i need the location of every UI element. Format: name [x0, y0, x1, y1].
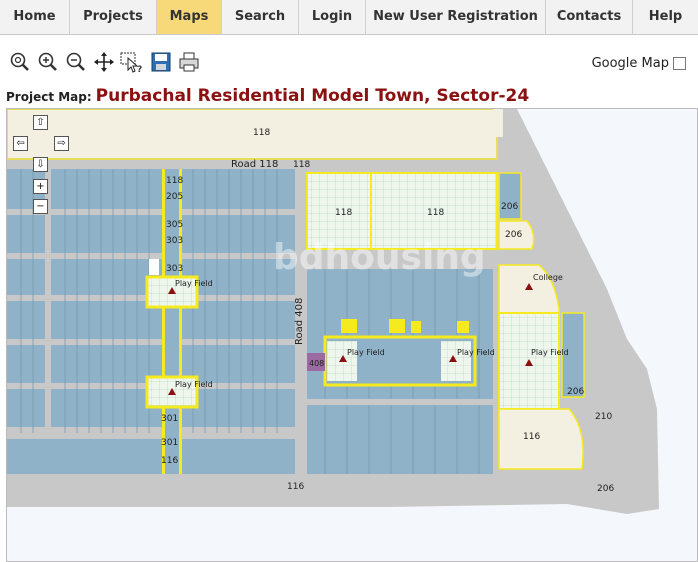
svg-text:?: ? [137, 65, 142, 73]
label-top-118: 118 [253, 128, 270, 138]
label-116c: 116 [287, 482, 304, 492]
top-beige-block [7, 109, 498, 160]
label-road118-num: 118 [293, 160, 310, 170]
yellow-plot-2 [389, 319, 405, 333]
map-canvas[interactable]: 118 Road 118 118 118 118 206 206 118 205… [6, 108, 698, 562]
map-svg: 118 Road 118 118 118 118 206 206 118 205… [7, 109, 697, 561]
block-116 [498, 408, 584, 470]
pan-left-button[interactable]: ⇦ [13, 136, 28, 151]
plot-row-bottom [7, 439, 295, 474]
nav-new-user-registration[interactable]: New User Registration [366, 0, 546, 34]
label-play-3: Play Field [347, 348, 385, 357]
nav-maps[interactable]: Maps [157, 0, 222, 34]
label-116a: 116 [161, 456, 178, 466]
nav-login[interactable]: Login [299, 0, 366, 34]
yellow-plot-1 [341, 319, 357, 333]
watermark: bdhousing [273, 237, 486, 278]
white-plot [149, 259, 159, 275]
nav-contacts[interactable]: Contacts [546, 0, 633, 34]
print-icon[interactable] [177, 50, 201, 74]
pan-right-button[interactable]: ⇨ [54, 136, 69, 151]
label-206d: 206 [597, 484, 614, 494]
label-303b: 303 [166, 264, 183, 274]
project-title: Purbachal Residential Model Town, Sector… [95, 86, 530, 106]
nav-projects[interactable]: Projects [70, 0, 157, 34]
left-yellow-road-inner [165, 169, 179, 474]
top-beige-edge [493, 109, 503, 137]
label-play-4: Play Field [457, 348, 495, 357]
save-icon[interactable] [149, 50, 173, 74]
zoom-out-map-button[interactable]: − [33, 199, 48, 214]
label-block-118-right: 118 [427, 208, 444, 218]
label-road-118: Road 118 [231, 159, 278, 170]
nav-help[interactable]: Help [633, 0, 698, 34]
label-road-408: Road 408 [294, 298, 305, 345]
left-road-7 [7, 433, 295, 439]
label-118-left: 118 [166, 176, 183, 186]
label-play-2: Play Field [175, 380, 213, 389]
label-303a: 303 [166, 236, 183, 246]
google-map-checkbox[interactable] [673, 57, 686, 70]
zoom-fit-icon[interactable] [8, 50, 32, 74]
pan-up-button[interactable]: ⇧ [33, 115, 48, 130]
block-206-a [498, 172, 522, 220]
label-301b: 301 [161, 438, 178, 448]
label-206b: 206 [505, 230, 522, 240]
label-205: 205 [166, 192, 183, 202]
label-210: 210 [595, 412, 612, 422]
label-116b: 116 [523, 432, 540, 442]
google-map-label: Google Map [591, 56, 669, 71]
center-road [307, 399, 493, 405]
yellow-plot-3 [411, 321, 421, 333]
label-play-1: Play Field [175, 279, 213, 288]
project-map-header: Project Map: Purbachal Residential Model… [6, 86, 529, 106]
zoom-in-icon[interactable] [36, 50, 60, 74]
label-block-118-left: 118 [335, 208, 352, 218]
zoom-in-map-button[interactable]: + [33, 179, 48, 194]
zoom-out-icon[interactable] [64, 50, 88, 74]
project-map-label: Project Map: [6, 90, 92, 104]
nav-home[interactable]: Home [0, 0, 70, 34]
top-nav: Home Projects Maps Search Login New User… [0, 0, 698, 35]
label-206c: 206 [567, 387, 584, 397]
label-college: College [533, 273, 563, 282]
label-play-5: Play Field [531, 348, 569, 357]
nav-search[interactable]: Search [222, 0, 299, 34]
pan-down-button[interactable]: ⇩ [33, 157, 48, 172]
pan-icon[interactable] [92, 50, 116, 74]
label-301a: 301 [161, 414, 178, 424]
google-map-toggle[interactable]: Google Map [592, 56, 686, 71]
label-408: 408 [309, 359, 324, 368]
label-206a: 206 [501, 202, 518, 212]
yellow-plot-4 [457, 321, 469, 333]
label-305: 305 [166, 220, 183, 230]
identify-icon[interactable]: ? [120, 50, 144, 74]
